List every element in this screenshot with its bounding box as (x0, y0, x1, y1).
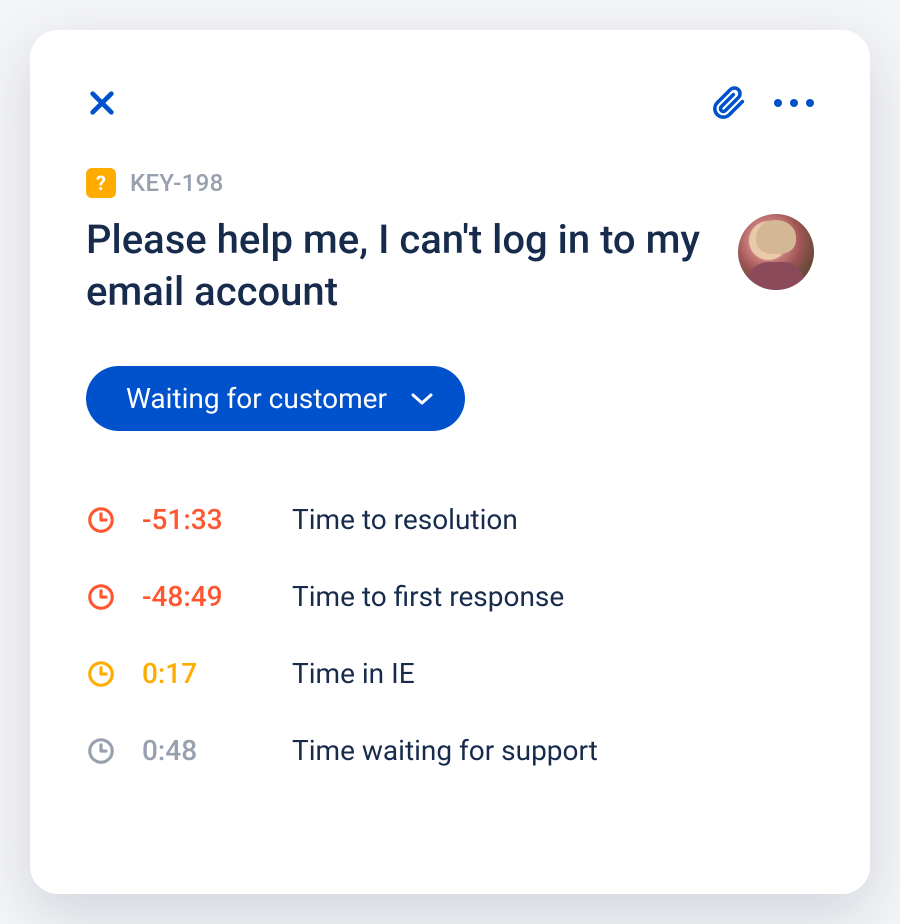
title-row: Please help me, I can't log in to my ema… (86, 214, 814, 318)
sla-value: -48:49 (142, 580, 292, 613)
paperclip-icon (712, 86, 746, 120)
sla-row: -51:33 Time to resolution (86, 503, 814, 536)
top-actions (712, 86, 814, 120)
sla-row: 0:17 Time in IE (86, 657, 814, 690)
sla-label: Time to resolution (292, 503, 518, 536)
attach-button[interactable] (712, 86, 746, 120)
issue-key[interactable]: KEY-198 (130, 169, 224, 197)
more-button[interactable] (774, 99, 814, 107)
sla-value: 0:48 (142, 734, 292, 767)
more-icon (774, 99, 782, 107)
sla-label: Time in IE (292, 657, 415, 690)
issue-type-icon: ? (86, 168, 116, 198)
clock-icon (86, 736, 142, 766)
clock-icon (86, 659, 142, 689)
top-bar (86, 86, 814, 120)
sla-value: 0:17 (142, 657, 292, 690)
status-label: Waiting for customer (126, 382, 387, 415)
issue-key-row: ? KEY-198 (86, 168, 814, 198)
close-button[interactable] (86, 87, 118, 119)
sla-label: Time to first response (292, 580, 564, 613)
close-icon (86, 87, 118, 119)
sla-label: Time waiting for support (292, 734, 598, 767)
ticket-card: ? KEY-198 Please help me, I can't log in… (30, 30, 870, 894)
clock-icon (86, 505, 142, 535)
sla-row: -48:49 Time to first response (86, 580, 814, 613)
sla-value: -51:33 (142, 503, 292, 536)
clock-icon (86, 582, 142, 612)
issue-title: Please help me, I can't log in to my ema… (86, 214, 714, 318)
sla-list: -51:33 Time to resolution -48:49 Time to… (86, 503, 814, 767)
status-dropdown[interactable]: Waiting for customer (86, 366, 465, 431)
reporter-avatar[interactable] (738, 214, 814, 290)
chevron-down-icon (411, 392, 433, 406)
sla-row: 0:48 Time waiting for support (86, 734, 814, 767)
